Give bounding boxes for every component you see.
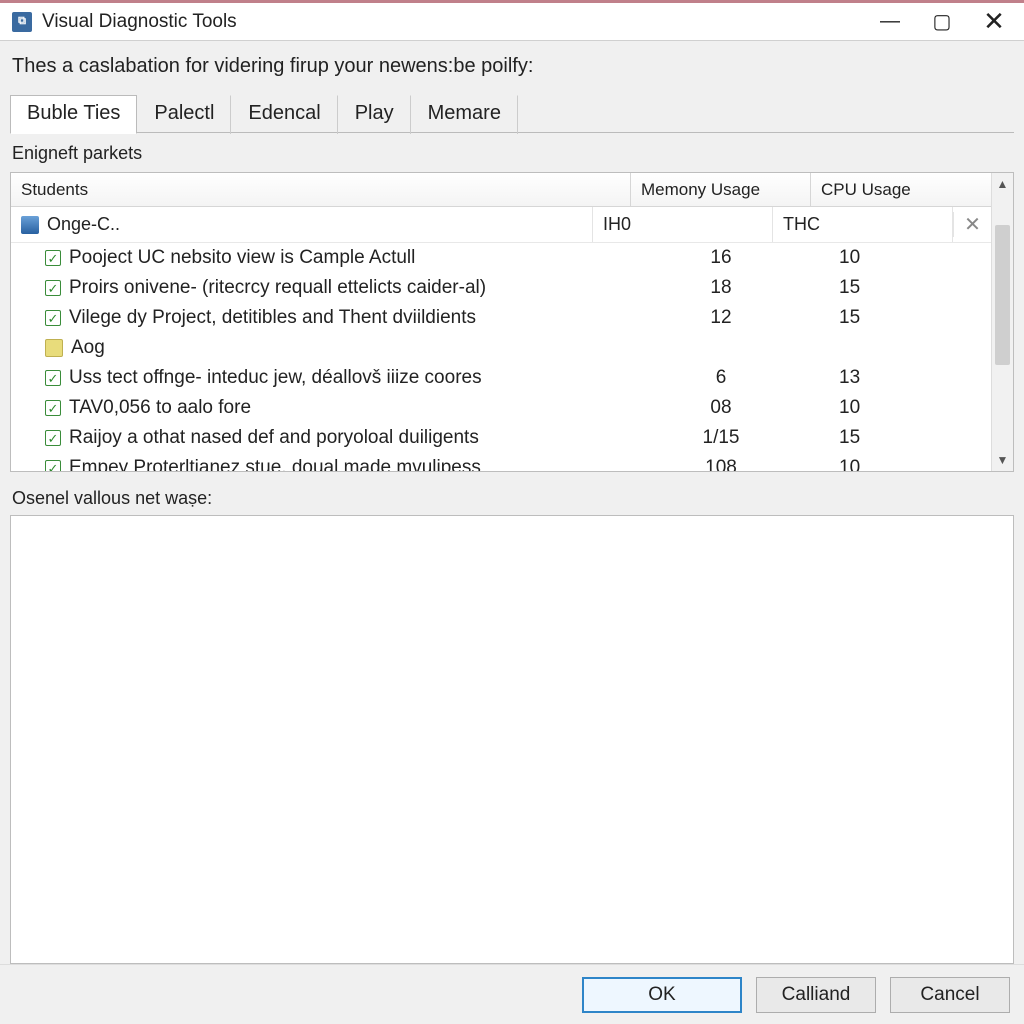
list-header: Students Memony Usage CPU Usage (11, 173, 991, 207)
clear-icon[interactable]: ✕ (953, 212, 991, 237)
tab-label: Play (355, 102, 394, 124)
top-row-memory: IH0 (593, 207, 773, 242)
cancel-button[interactable]: Cancel (890, 977, 1010, 1013)
table-row[interactable]: Raijoy a othat nased def and poryoloal d… (11, 423, 991, 453)
top-row-name-cell: Onge-C.. (11, 207, 593, 242)
checkbox-icon[interactable] (45, 430, 61, 446)
tab-strip: Buble Ties Palectl Edencal Play Memare (10, 94, 1014, 133)
row-name: Aog (71, 337, 105, 359)
table-row[interactable]: Proirs onivene- (ritecrcy requall etteli… (11, 273, 991, 303)
button-bar: OK Calliand Cancel (0, 964, 1024, 1024)
maximize-button[interactable]: ▢ (916, 3, 968, 40)
row-name: Pooject UC nebsito view is Cample Actull (69, 247, 415, 269)
row-memory: 08 (631, 397, 811, 419)
tab-label: Buble Ties (27, 102, 120, 124)
window-controls: — ▢ ✕ (864, 3, 1020, 40)
row-name-cell: Raijoy a othat nased def and poryoloal d… (11, 427, 631, 449)
table-row[interactable]: Uss tect offnge- inteduc jew, déallovš i… (11, 363, 991, 393)
row-memory: 16 (631, 247, 811, 269)
close-button[interactable]: ✕ (968, 3, 1020, 40)
list-rows: Pooject UC nebsito view is Cample Actull… (11, 243, 991, 471)
row-cpu: 15 (811, 307, 991, 329)
row-cpu: 10 (811, 247, 991, 269)
top-row-cpu: THC (773, 207, 953, 242)
checkbox-icon[interactable] (45, 460, 61, 471)
row-memory: 18 (631, 277, 811, 299)
tab-label: Edencal (248, 102, 320, 124)
checkbox-icon[interactable] (45, 370, 61, 386)
row-cpu: 10 (811, 457, 991, 471)
row-name-cell: Proirs onivene- (ritecrcy requall etteli… (11, 277, 631, 299)
scroll-thumb[interactable] (995, 225, 1010, 365)
row-name: Raijoy a othat nased def and poryoloal d… (69, 427, 479, 449)
row-name-cell: Vilege dy Project, detitibles and Thent … (11, 307, 631, 329)
dialog-content: Thes a caslabation for videring firup yo… (0, 41, 1024, 964)
table-row[interactable]: Empey Proterltianez stue, doual made mvu… (11, 453, 991, 471)
table-row[interactable]: Vilege dy Project, detitibles and Thent … (11, 303, 991, 333)
row-memory: 12 (631, 307, 811, 329)
section-label: Enigneft parkets (12, 143, 1014, 164)
titlebar: ⧉ Visual Diagnostic Tools — ▢ ✕ (0, 3, 1024, 41)
tab-memare[interactable]: Memare (411, 95, 518, 134)
ok-button[interactable]: OK (582, 977, 742, 1013)
row-memory: 6 (631, 367, 811, 389)
scroll-up-icon[interactable]: ▲ (992, 173, 1013, 195)
vertical-scrollbar[interactable]: ▲ ▼ (991, 173, 1013, 471)
list-top-row[interactable]: Onge-C.. IH0 THC ✕ (11, 207, 991, 243)
col-header-cpu[interactable]: CPU Usage (811, 173, 991, 206)
checkbox-icon[interactable] (45, 310, 61, 326)
minimize-button[interactable]: — (864, 3, 916, 40)
checkbox-icon[interactable] (45, 400, 61, 416)
process-list: Students Memony Usage CPU Usage Onge-C..… (10, 172, 1014, 472)
row-cpu: 10 (811, 397, 991, 419)
row-name: Uss tect offnge- inteduc jew, déallovš i… (69, 367, 482, 389)
col-header-name[interactable]: Students (11, 173, 631, 206)
checkbox-icon[interactable] (45, 280, 61, 296)
group-icon (45, 339, 63, 357)
tab-edencal[interactable]: Edencal (231, 95, 337, 134)
row-name-cell: Empey Proterltianez stue, doual made mvu… (11, 457, 631, 471)
tab-palectl[interactable]: Palectl (137, 95, 231, 134)
row-cpu: 13 (811, 367, 991, 389)
row-name-cell: TAV0,056 to aalo fore (11, 397, 631, 419)
row-memory: 108 (631, 457, 811, 471)
app-icon: ⧉ (12, 12, 32, 32)
tab-buble-ties[interactable]: Buble Ties (10, 95, 137, 134)
row-name: TAV0,056 to aalo fore (69, 397, 251, 419)
row-memory: 1/15 (631, 427, 811, 449)
window-title: Visual Diagnostic Tools (42, 11, 864, 33)
scroll-down-icon[interactable]: ▼ (992, 449, 1013, 471)
calliand-button[interactable]: Calliand (756, 977, 876, 1013)
table-row[interactable]: Pooject UC nebsito view is Cample Actull… (11, 243, 991, 273)
row-name-cell: Pooject UC nebsito view is Cample Actull (11, 247, 631, 269)
tab-label: Palectl (154, 102, 214, 124)
row-name: Proirs onivene- (ritecrcy requall etteli… (69, 277, 486, 299)
tab-label: Memare (428, 102, 501, 124)
row-name: Vilege dy Project, detitibles and Thent … (69, 307, 476, 329)
row-name-cell: Aog (11, 337, 631, 359)
top-row-name: Onge-C.. (47, 214, 120, 235)
description-box[interactable] (10, 515, 1014, 964)
row-cpu: 15 (811, 277, 991, 299)
row-name: Empey Proterltianez stue, doual made mvu… (69, 457, 481, 471)
description-label: Osenel vallous net waṣe: (12, 488, 1014, 509)
intro-text: Thes a caslabation for videring firup yo… (10, 55, 1014, 78)
document-icon (21, 216, 39, 234)
scroll-track[interactable] (992, 195, 1013, 449)
list-inner: Students Memony Usage CPU Usage Onge-C..… (11, 173, 991, 471)
tab-play[interactable]: Play (338, 95, 411, 134)
table-row[interactable]: TAV0,056 to aalo fore 0810 (11, 393, 991, 423)
col-header-memory[interactable]: Memony Usage (631, 173, 811, 206)
row-cpu: 15 (811, 427, 991, 449)
row-name-cell: Uss tect offnge- inteduc jew, déallovš i… (11, 367, 631, 389)
table-row[interactable]: Aog (11, 333, 991, 363)
checkbox-icon[interactable] (45, 250, 61, 266)
